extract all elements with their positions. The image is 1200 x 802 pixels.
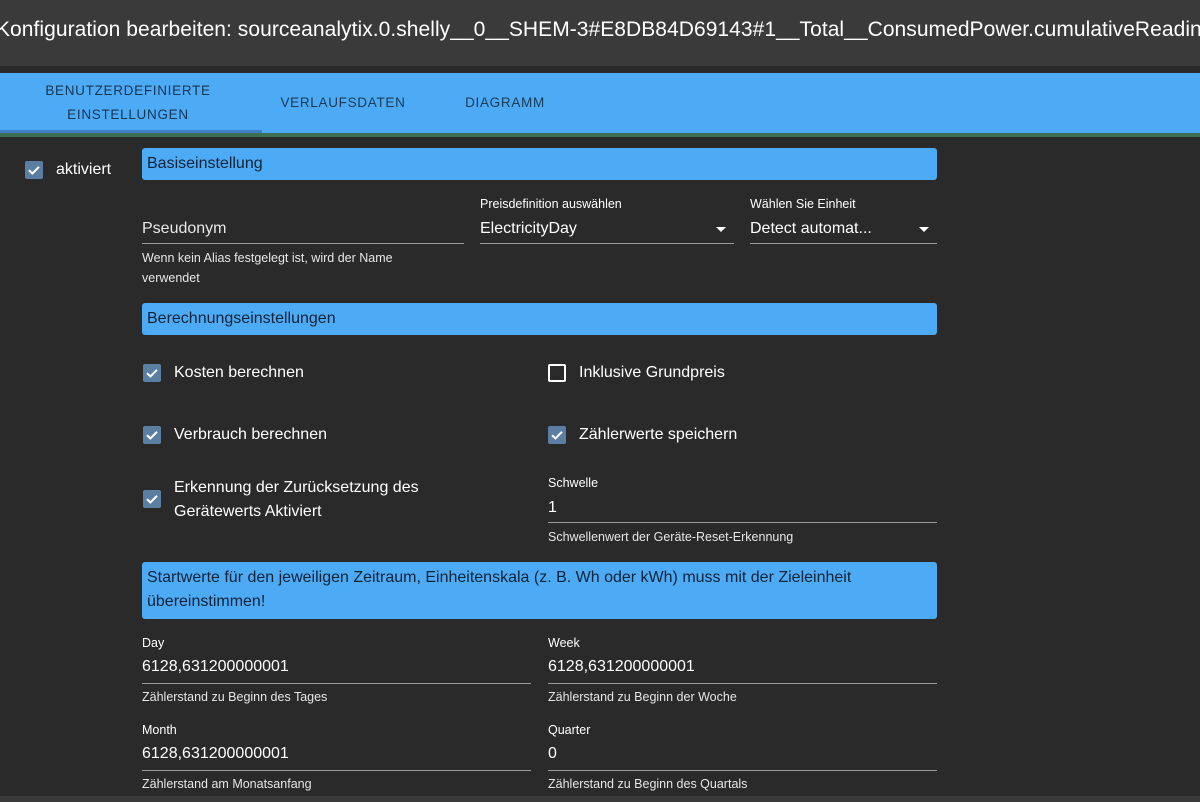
month-helper-text: Zählerstand am Monatsanfang <box>142 777 312 791</box>
arrow-drop-down-icon[interactable] <box>919 227 929 232</box>
tab-history-data[interactable]: VERLAUFSDATEN <box>262 73 424 133</box>
month-input[interactable]: 6128,631200000001 <box>142 745 289 763</box>
threshold-input[interactable]: 1 <box>548 499 557 517</box>
tab-bar: BENUTZERDEFINIERTE EINSTELLUNGEN VERLAUF… <box>0 73 1200 133</box>
unit-select[interactable]: Detect automat... <box>750 220 872 238</box>
day-helper-text: Zählerstand zu Beginn des Tages <box>142 690 328 704</box>
store-meter-values-label: Zählerwerte speichern <box>579 426 738 443</box>
alias-input[interactable]: Pseudonym <box>142 220 227 238</box>
threshold-label: Schwelle <box>548 476 599 490</box>
price-select-label: Preisdefinition auswählen <box>480 197 622 211</box>
start-values-header-line2: übereinstimmen! <box>147 593 266 610</box>
calculate-costs-label: Kosten berechnen <box>174 364 304 381</box>
include-base-price-label: Inklusive Grundpreis <box>579 364 725 381</box>
week-input[interactable]: 6128,631200000001 <box>548 658 695 676</box>
reset-detection-label: Erkennung der Zurücksetzung des Gerätewe… <box>174 476 419 524</box>
dialog-title: Konfiguration bearbeiten: sourceanalytix… <box>0 18 1200 41</box>
threshold-helper-text: Schwellenwert der Geräte-Reset-Erkennung <box>548 530 794 544</box>
unit-select-underline <box>750 243 937 244</box>
store-meter-values-checkbox[interactable] <box>548 426 566 444</box>
section-header-calculation: Berechnungseinstellungen <box>142 303 937 335</box>
price-select-underline <box>480 243 734 244</box>
month-input-underline <box>142 770 531 771</box>
dialog-title-bar: Konfiguration bearbeiten: sourceanalytix… <box>0 0 1200 66</box>
reset-detection-label-line2: Gerätewerts Aktiviert <box>174 503 322 520</box>
section-header-start-values: Startwerte für den jeweiligen Zeitraum, … <box>142 562 937 619</box>
threshold-input-underline <box>548 522 937 523</box>
start-values-header-line1: Startwerte für den jeweiligen Zeitraum, … <box>147 569 852 586</box>
calculate-consumption-label: Verbrauch berechnen <box>174 426 327 443</box>
quarter-input-underline <box>548 770 937 771</box>
tab-history-data-label: VERLAUFSDATEN <box>280 95 406 110</box>
check-box-icon <box>551 431 563 440</box>
tab-diagram[interactable]: DIAGRAMM <box>424 73 586 133</box>
dialog-bottom-bar <box>0 796 1200 802</box>
day-label: Day <box>142 636 165 650</box>
enabled-checkbox[interactable] <box>25 161 43 179</box>
check-box-icon <box>146 431 158 440</box>
tab-custom-settings[interactable]: BENUTZERDEFINIERTE EINSTELLUNGEN <box>0 73 256 133</box>
week-helper-text: Zählerstand zu Beginn der Woche <box>548 690 737 704</box>
tab-diagram-label: DIAGRAMM <box>465 95 545 110</box>
alias-helper-text: Wenn kein Alias festgelegt ist, wird der… <box>142 251 393 285</box>
tab-custom-settings-label-line2: EINSTELLUNGEN <box>67 107 189 122</box>
alias-input-underline <box>142 243 464 244</box>
price-select[interactable]: ElectricityDay <box>480 220 577 238</box>
reset-detection-checkbox[interactable] <box>143 490 161 508</box>
tab-custom-settings-label-line1: BENUTZERDEFINIERTE <box>45 83 211 98</box>
check-box-icon <box>146 495 158 504</box>
calculate-consumption-checkbox[interactable] <box>143 426 161 444</box>
week-input-underline <box>548 683 937 684</box>
check-box-icon <box>146 369 158 378</box>
section-header-basic: Basiseinstellung <box>142 148 937 180</box>
month-label: Month <box>142 723 177 737</box>
reset-detection-label-line1: Erkennung der Zurücksetzung des <box>174 479 419 496</box>
week-label: Week <box>548 636 580 650</box>
check-box-icon <box>28 166 40 175</box>
quarter-input[interactable]: 0 <box>548 745 557 763</box>
quarter-label: Quarter <box>548 723 591 737</box>
include-base-price-checkbox[interactable] <box>548 364 566 382</box>
quarter-helper-text: Zählerstand zu Beginn des Quartals <box>548 777 748 791</box>
calculate-costs-checkbox[interactable] <box>143 364 161 382</box>
unit-select-label: Wählen Sie Einheit <box>750 197 856 211</box>
day-input[interactable]: 6128,631200000001 <box>142 658 289 676</box>
enabled-label: aktiviert <box>56 161 112 178</box>
day-input-underline <box>142 683 531 684</box>
arrow-drop-down-icon[interactable] <box>716 227 726 232</box>
